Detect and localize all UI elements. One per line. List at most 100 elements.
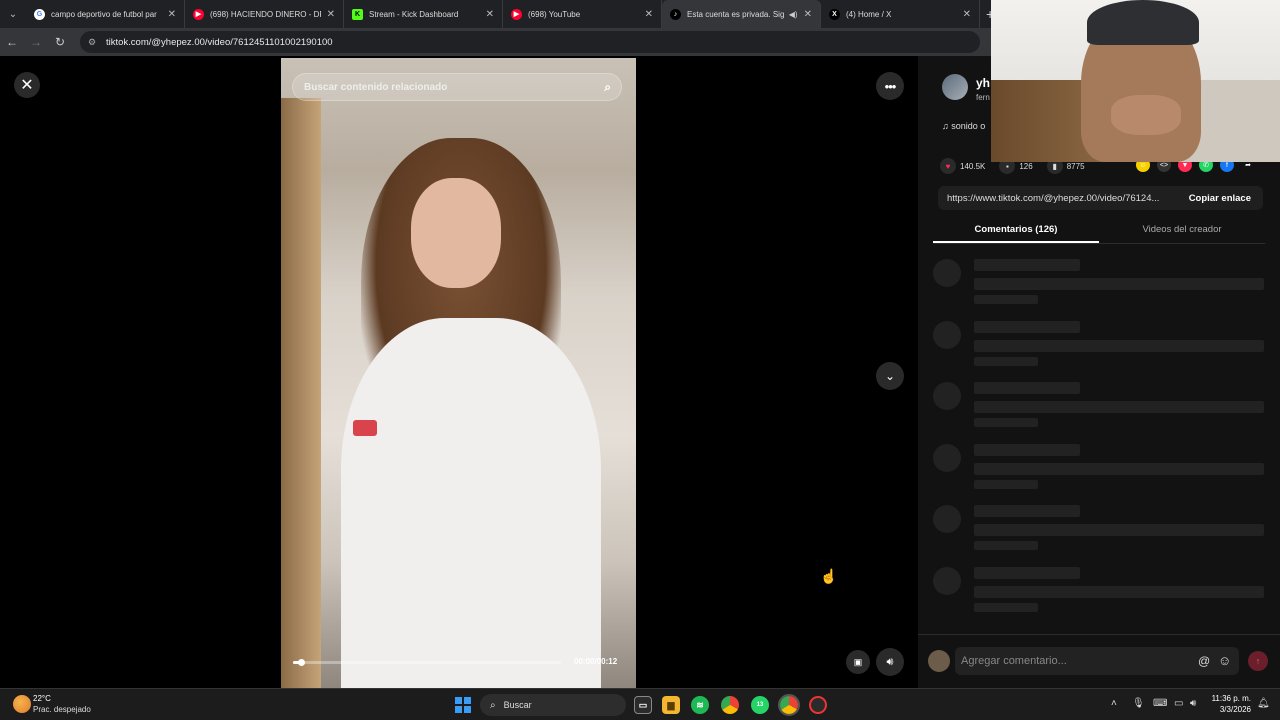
volume-icon[interactable]: 🔊︎ (876, 648, 904, 676)
notification-bell-icon[interactable]: 🔔︎ (1257, 698, 1270, 709)
spotify-icon[interactable]: ≋ (691, 696, 709, 714)
save-count: 8775 (1066, 161, 1085, 171)
youtube-icon: ▶ (511, 8, 522, 20)
close-tab-icon[interactable]: ✕ (327, 9, 335, 20)
task-view-icon[interactable]: ▭ (634, 696, 652, 714)
tab-0[interactable]: G campo deportivo de futbol par ✕ (26, 0, 185, 28)
speaker-icon[interactable]: 🔊︎ (1190, 698, 1196, 709)
search-icon: ⌕ (490, 699, 496, 711)
forward-icon[interactable]: → (24, 35, 48, 49)
clock-time[interactable]: 11:36 p. m. (1211, 694, 1251, 703)
site-info-icon[interactable]: ⚙ (88, 37, 98, 47)
microphone-icon[interactable]: 🎙︎ (1132, 698, 1145, 709)
screen: ⌄ G campo deportivo de futbol par ✕ ▶ (6… (0, 0, 1280, 720)
youtube-icon: ▶ (193, 8, 204, 20)
url-field[interactable]: ⚙ tiktok.com/@yhepez.00/video/7612451101… (80, 31, 980, 53)
video-frame-door (281, 98, 321, 688)
like-stat[interactable]: ♥ 140.5K (940, 158, 985, 174)
music-row[interactable]: ♫ sonido o (942, 121, 985, 131)
more-options-icon[interactable]: ••• (876, 72, 904, 100)
whatsapp-badge: 13 (756, 702, 764, 708)
comment-count: 126 (1019, 161, 1033, 171)
weather-condition[interactable]: Prac. despejado (33, 705, 91, 714)
chrome-icon[interactable] (721, 696, 739, 714)
close-icon[interactable]: ✕ (14, 72, 40, 98)
comment-skeleton (933, 256, 1265, 318)
creator-avatar[interactable] (942, 74, 968, 100)
like-count: 140.5K (960, 161, 986, 171)
weather-temperature[interactable]: 22°C (33, 694, 51, 703)
file-explorer-icon[interactable]: ▆ (662, 696, 680, 714)
mouse-cursor-icon: ☝ (820, 568, 838, 584)
tab-comments[interactable]: Comentarios (126) (933, 216, 1099, 243)
chevron-up-icon[interactable]: ˄ (1111, 698, 1117, 709)
video-frame-shirt (341, 318, 601, 688)
related-search-input[interactable]: Buscar contenido relacionado ⌕ (292, 73, 622, 101)
tiktok-icon: ♪ (670, 8, 681, 20)
music-note-icon: ♫ (942, 121, 952, 131)
close-tab-icon[interactable]: ✕ (963, 9, 971, 20)
speaker-icon[interactable]: ◀) (789, 10, 798, 19)
whatsapp-taskbar-icon[interactable]: 13 (751, 696, 769, 714)
webcam-hand (1111, 95, 1181, 135)
panel-tabs: Comentarios (126) Videos del creador (933, 216, 1265, 244)
creator-subtitle: fern (976, 93, 990, 102)
comment-skeleton (933, 441, 1265, 503)
tab-2[interactable]: K Stream - Kick Dashboard ✕ (344, 0, 503, 28)
webcam-cap (1087, 0, 1199, 45)
kick-icon: K (352, 8, 363, 20)
tab-5[interactable]: X (4) Home / X ✕ (821, 0, 980, 28)
tab-1[interactable]: ▶ (698) HACIENDO DINERO - DR ✕ (185, 0, 344, 28)
tab-creator-videos[interactable]: Videos del creador (1099, 216, 1265, 243)
tab-search-icon[interactable]: ⌄ (0, 0, 26, 28)
related-search-placeholder: Buscar contenido relacionado (304, 81, 448, 93)
chrome-active-icon[interactable] (778, 694, 800, 716)
comment-composer: Agregar comentario... @ ☺ ↑ (918, 634, 1280, 688)
url-text: tiktok.com/@yhepez.00/video/761245110100… (106, 36, 333, 48)
close-tab-icon[interactable]: ✕ (486, 9, 494, 20)
video-frame-detail (353, 420, 377, 436)
back-icon[interactable]: ← (0, 35, 24, 49)
comment-skeleton (933, 318, 1265, 380)
heart-icon[interactable]: ♥ (940, 158, 956, 174)
windows-taskbar: 22°C Prac. despejado ⌕ Buscar ▭ ▆ ≋ 13 ˄… (0, 688, 1280, 720)
video-link-text[interactable]: https://www.tiktok.com/@yhepez.00/video/… (938, 193, 1179, 204)
google-icon: G (34, 8, 45, 20)
webcam-overlay (991, 0, 1280, 162)
windows-start-icon[interactable] (455, 697, 471, 713)
clock-date[interactable]: 3/3/2026 (1211, 705, 1251, 714)
video-progress-bar[interactable] (293, 659, 561, 666)
close-tab-icon[interactable]: ✕ (804, 9, 812, 20)
video-progress-knob[interactable] (298, 659, 306, 666)
x-icon: X (829, 8, 840, 20)
comment-skeleton (933, 502, 1265, 564)
copy-link-button[interactable]: Copiar enlace (1179, 193, 1263, 204)
network-icon[interactable]: ▭ (1174, 698, 1183, 709)
reload-icon[interactable]: ↻ (48, 35, 72, 49)
tab-4-active[interactable]: ♪ Esta cuenta es privada. Sig ◀) ✕ (662, 0, 821, 28)
comment-skeleton (933, 379, 1265, 441)
copy-link-row: https://www.tiktok.com/@yhepez.00/video/… (938, 186, 1263, 210)
taskbar-search[interactable]: ⌕ Buscar (480, 694, 626, 716)
video-frame-face (411, 178, 501, 288)
tab-3[interactable]: ▶ (698) YouTube ✕ (503, 0, 662, 28)
comments-loading-list (933, 256, 1265, 625)
close-tab-icon[interactable]: ✕ (168, 9, 176, 20)
creator-name[interactable]: yh (976, 76, 990, 90)
close-tab-icon[interactable]: ✕ (645, 9, 653, 20)
taskbar-search-label: Buscar (503, 700, 532, 710)
video-timecode: 00:00/00:12 (574, 657, 618, 666)
emoji-icon[interactable]: ☺ (1218, 653, 1231, 668)
weather-icon[interactable] (13, 695, 31, 713)
obs-icon[interactable] (809, 696, 827, 714)
chevron-down-icon[interactable]: ⌄ (876, 362, 904, 390)
user-avatar[interactable] (928, 650, 950, 672)
comment-input[interactable]: Agregar comentario... (955, 647, 1239, 675)
keyboard-icon[interactable]: ⌨ (1153, 698, 1167, 709)
video-player[interactable]: Buscar contenido relacionado ⌕ 00:00/00:… (281, 58, 636, 688)
mention-icon[interactable]: @ (1198, 654, 1210, 668)
comment-skeleton (933, 564, 1265, 626)
search-icon[interactable]: ⌕ (604, 80, 611, 95)
picture-in-picture-icon[interactable]: ▣ (846, 650, 870, 674)
send-comment-icon[interactable]: ↑ (1248, 651, 1268, 671)
